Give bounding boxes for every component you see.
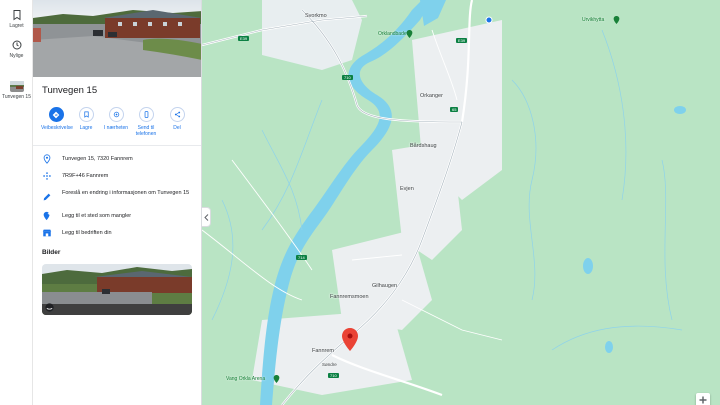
poi-urvikhytta[interactable]: Urvikhytta [582, 17, 604, 23]
add-missing-place-text: Legg til et sted som mangler [62, 213, 132, 219]
road-shield: 710 [328, 373, 339, 378]
add-business-text: Legg til bedriften din [62, 230, 112, 236]
navigation-rail: Lagret Nylige Tunvegen 15 [0, 0, 33, 405]
directions-button[interactable]: Veibeskrivelse [41, 107, 73, 131]
chevron-left-icon [203, 214, 208, 221]
poi-marker-icon [613, 16, 620, 24]
plus-code-icon [43, 172, 51, 180]
saved-button[interactable]: Lagret [0, 9, 33, 29]
place-panel: Tunvegen 15 Veibeskrivelse Lagre I nærhe… [33, 0, 202, 405]
divider [33, 145, 201, 146]
place-actions: Veibeskrivelse Lagre I nærheten Send til… [33, 107, 201, 143]
map-label-orkanger[interactable]: Orkanger [420, 93, 443, 99]
map-label-svorkmo[interactable]: Svorkmo [305, 13, 327, 19]
poi-marker-icon [273, 375, 280, 383]
map-graphic [202, 0, 720, 405]
recent-place-label: Tunvegen 15 [1, 94, 31, 100]
zoom-in-button[interactable] [696, 393, 710, 405]
share-label: Del [173, 125, 181, 131]
place-hero-photo[interactable] [33, 0, 201, 77]
share-button[interactable]: Del [162, 107, 192, 131]
road-shield: 710 [342, 75, 353, 80]
nearby-label: I nærheten [103, 125, 129, 131]
directions-icon [52, 111, 60, 118]
bookmark-icon [83, 111, 89, 118]
collapse-panel-button[interactable] [202, 207, 211, 227]
nearby-icon [113, 111, 119, 118]
save-button[interactable]: Lagre [71, 107, 101, 131]
phone-icon [144, 111, 148, 118]
map-label-evjen[interactable]: Evjen [400, 186, 414, 192]
map-label-gilhaugen[interactable]: Gilhaugen [372, 283, 397, 289]
map-label-sondre[interactable]: Søndre [322, 362, 337, 367]
directions-label: Veibeskrivelse [41, 125, 73, 131]
poi-orklandbadet[interactable]: Orklandbadet [378, 31, 408, 37]
pencil-icon [43, 193, 51, 201]
send-to-phone-button[interactable]: Send til telefonen [131, 107, 161, 137]
address-text: Tunvegen 15, 7320 Fannrem [62, 156, 133, 162]
street-view-icon [45, 303, 54, 312]
recent-place-thumbnail [9, 80, 24, 92]
saved-label: Lagret [9, 23, 24, 29]
history-icon [12, 40, 21, 50]
send-to-phone-label: Send til telefonen [135, 125, 157, 137]
place-title: Tunvegen 15 [42, 85, 98, 96]
road-shield: 714 [296, 255, 307, 260]
recent-button[interactable]: Nylige [0, 39, 33, 59]
add-business-row[interactable]: Legg til bedriften din [33, 227, 201, 241]
bookmark-icon [13, 10, 20, 21]
suggest-edit-row[interactable]: Foreslå en endring i informasjonen om Tu… [33, 187, 201, 207]
plus-code-row[interactable]: 7R9F+46 Fannrem [33, 170, 201, 184]
add-missing-place-row[interactable]: Legg til et sted som mangler [33, 210, 201, 224]
share-icon [174, 111, 180, 118]
road-shield: 65 [450, 107, 459, 112]
map-label-fannremsmoen[interactable]: Fannremsmoen [330, 294, 369, 300]
road-shield: E39 [238, 36, 250, 41]
map-label-bardshaug[interactable]: Bårdshaug [410, 143, 437, 149]
poi-vang-arena[interactable]: Vang Orkla Arena [226, 376, 265, 382]
plus-code-text: 7R9F+46 Fannrem [62, 173, 109, 179]
map-label-fannrem[interactable]: Fannrem [312, 348, 334, 354]
place-photo[interactable] [42, 264, 192, 315]
location-pin-icon [43, 154, 51, 164]
recent-label: Nylige [9, 53, 24, 59]
suggest-edit-text: Foreslå en endring i informasjonen om Tu… [62, 190, 190, 196]
plus-icon [699, 396, 707, 404]
save-label: Lagre [79, 125, 93, 131]
add-location-icon [43, 211, 51, 221]
nearby-button[interactable]: I nærheten [101, 107, 131, 131]
poi-marker-icon [406, 30, 413, 38]
road-shield: E39 [456, 38, 468, 43]
address-row[interactable]: Tunvegen 15, 7320 Fannrem [33, 153, 201, 167]
recent-place-item[interactable]: Tunvegen 15 [0, 80, 33, 100]
storefront-icon [42, 229, 52, 237]
map-canvas[interactable]: Svorkmo Orkanger Bårdshaug Evjen Gilhaug… [202, 0, 720, 405]
photos-section-title: Bilder [42, 249, 61, 256]
